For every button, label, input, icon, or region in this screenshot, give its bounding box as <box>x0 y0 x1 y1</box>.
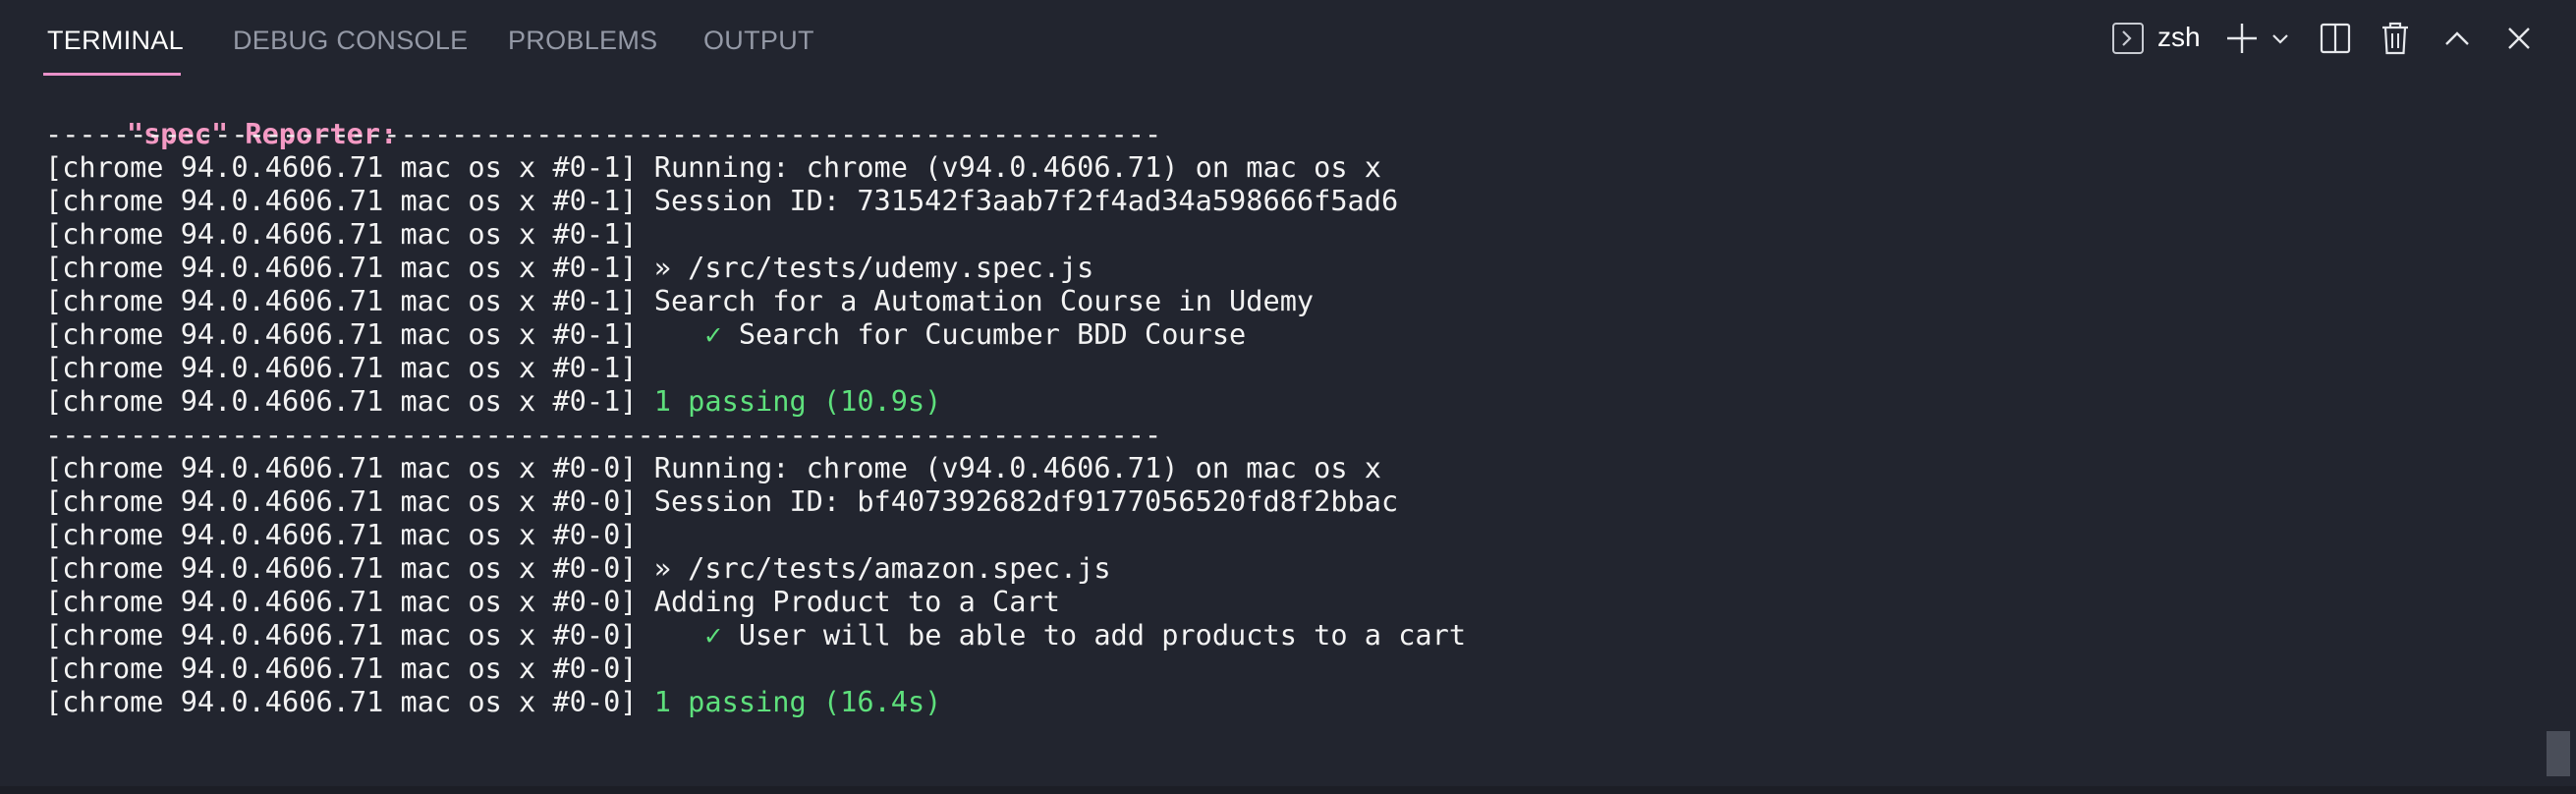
tab-problems[interactable]: PROBLEMS <box>508 24 657 57</box>
kill-terminal-button[interactable] <box>2376 18 2415 59</box>
terminal-scrollbar-thumb[interactable] <box>2547 731 2570 776</box>
shell-name[interactable]: zsh <box>2157 20 2201 55</box>
line-prefix: [chrome 94.0.4606.71 mac os x #0-1] <box>45 317 638 351</box>
terminal-shell-selector[interactable] <box>2108 18 2148 59</box>
terminal-line: [chrome 94.0.4606.71 mac os x #0-1] Sear… <box>45 284 1314 317</box>
terminal-line: [chrome 94.0.4606.71 mac os x #0-0] Addi… <box>45 585 1060 618</box>
passing-summary: 1 passing (16.4s) <box>637 685 942 718</box>
maximize-panel-button[interactable] <box>2436 18 2478 59</box>
terminal-line: [chrome 94.0.4606.71 mac os x #0-1] 1 pa… <box>45 384 941 418</box>
terminal-line: [chrome 94.0.4606.71 mac os x #0-1] <box>45 217 638 251</box>
line-prefix: [chrome 94.0.4606.71 mac os x #0-1] <box>45 251 638 284</box>
line-text: Search for a Automation Course in Udemy <box>637 284 1315 317</box>
new-terminal-button[interactable] <box>2222 18 2262 59</box>
line-text: Adding Product to a Cart <box>637 585 1060 618</box>
line-text: User will be able to add products to a c… <box>721 618 1467 652</box>
check-mark-icon: ✓ <box>637 618 722 652</box>
plus-icon <box>2224 21 2260 56</box>
line-text: Session ID: bf407392682df9177056520fd8f2… <box>637 484 1399 518</box>
terminal-line: [chrome 94.0.4606.71 mac os x #0-1] Sess… <box>45 184 1398 217</box>
line-text: » /src/tests/amazon.spec.js <box>637 551 1111 585</box>
close-panel-button[interactable] <box>2499 18 2539 59</box>
line-prefix: [chrome 94.0.4606.71 mac os x #0-0] <box>45 484 638 518</box>
terminal-output[interactable]: "spec" Reporter: -----------------------… <box>0 77 2545 784</box>
line-prefix: [chrome 94.0.4606.71 mac os x #0-1] <box>45 284 638 317</box>
line-prefix: [chrome 94.0.4606.71 mac os x #0-0] <box>45 685 638 718</box>
line-text: » /src/tests/udemy.spec.js <box>637 251 1094 284</box>
terminal-prompt-icon <box>2111 22 2145 55</box>
line-prefix: [chrome 94.0.4606.71 mac os x #0-1] <box>45 351 638 384</box>
line-text: Running: chrome (v94.0.4606.71) on mac o… <box>637 150 1381 184</box>
separator-line: ----------------------------------------… <box>45 418 1162 451</box>
check-mark-icon: ✓ <box>637 317 722 351</box>
terminal-line: [chrome 94.0.4606.71 mac os x #0-0] » /s… <box>45 551 1111 585</box>
line-prefix: [chrome 94.0.4606.71 mac os x #0-0] <box>45 652 638 685</box>
line-prefix: [chrome 94.0.4606.71 mac os x #0-0] <box>45 551 638 585</box>
separator-line: ----------------------------------------… <box>45 117 1162 150</box>
terminal-line: [chrome 94.0.4606.71 mac os x #0-1] ✓ Se… <box>45 317 1246 351</box>
line-prefix: [chrome 94.0.4606.71 mac os x #0-0] <box>45 451 638 484</box>
line-prefix: [chrome 94.0.4606.71 mac os x #0-1] <box>45 217 638 251</box>
reporter-heading: "spec" Reporter: <box>59 84 397 150</box>
tab-output[interactable]: OUTPUT <box>703 24 814 57</box>
line-text: Session ID: 731542f3aab7f2f4ad34a598666f… <box>637 184 1399 217</box>
line-prefix: [chrome 94.0.4606.71 mac os x #0-1] <box>45 150 638 184</box>
terminal-panel-tabbar: TERMINAL DEBUG CONSOLE PROBLEMS OUTPUT z… <box>0 0 2576 77</box>
split-terminal-button[interactable] <box>2315 18 2356 59</box>
terminal-line: [chrome 94.0.4606.71 mac os x #0-0] ✓ Us… <box>45 618 1466 652</box>
line-prefix: [chrome 94.0.4606.71 mac os x #0-0] <box>45 585 638 618</box>
terminal-line: [chrome 94.0.4606.71 mac os x #0-0] <box>45 518 638 551</box>
launch-profile-dropdown[interactable] <box>2266 18 2295 59</box>
active-tab-indicator <box>43 73 181 76</box>
terminal-line: [chrome 94.0.4606.71 mac os x #0-1] » /s… <box>45 251 1093 284</box>
terminal-line: [chrome 94.0.4606.71 mac os x #0-0] <box>45 652 638 685</box>
panel-bottom-edge <box>0 786 2576 794</box>
terminal-line: [chrome 94.0.4606.71 mac os x #0-0] Runn… <box>45 451 1381 484</box>
terminal-line: [chrome 94.0.4606.71 mac os x #0-1] <box>45 351 638 384</box>
chevron-up-icon <box>2442 28 2472 48</box>
line-text: Running: chrome (v94.0.4606.71) on mac o… <box>637 451 1381 484</box>
line-prefix: [chrome 94.0.4606.71 mac os x #0-0] <box>45 618 638 652</box>
trash-icon <box>2380 21 2411 56</box>
tab-terminal[interactable]: TERMINAL <box>47 24 184 57</box>
line-text: Search for Cucumber BDD Course <box>721 317 1247 351</box>
terminal-line: [chrome 94.0.4606.71 mac os x #0-1] Runn… <box>45 150 1381 184</box>
tab-debug-console[interactable]: DEBUG CONSOLE <box>233 24 468 57</box>
chevron-down-icon <box>2270 31 2290 45</box>
terminal-line: [chrome 94.0.4606.71 mac os x #0-0] 1 pa… <box>45 685 941 718</box>
close-icon <box>2505 25 2533 52</box>
line-prefix: [chrome 94.0.4606.71 mac os x #0-1] <box>45 384 638 418</box>
passing-summary: 1 passing (10.9s) <box>637 384 942 418</box>
terminal-line: [chrome 94.0.4606.71 mac os x #0-0] Sess… <box>45 484 1398 518</box>
split-terminal-icon <box>2319 22 2352 55</box>
line-prefix: [chrome 94.0.4606.71 mac os x #0-0] <box>45 518 638 551</box>
line-prefix: [chrome 94.0.4606.71 mac os x #0-1] <box>45 184 638 217</box>
